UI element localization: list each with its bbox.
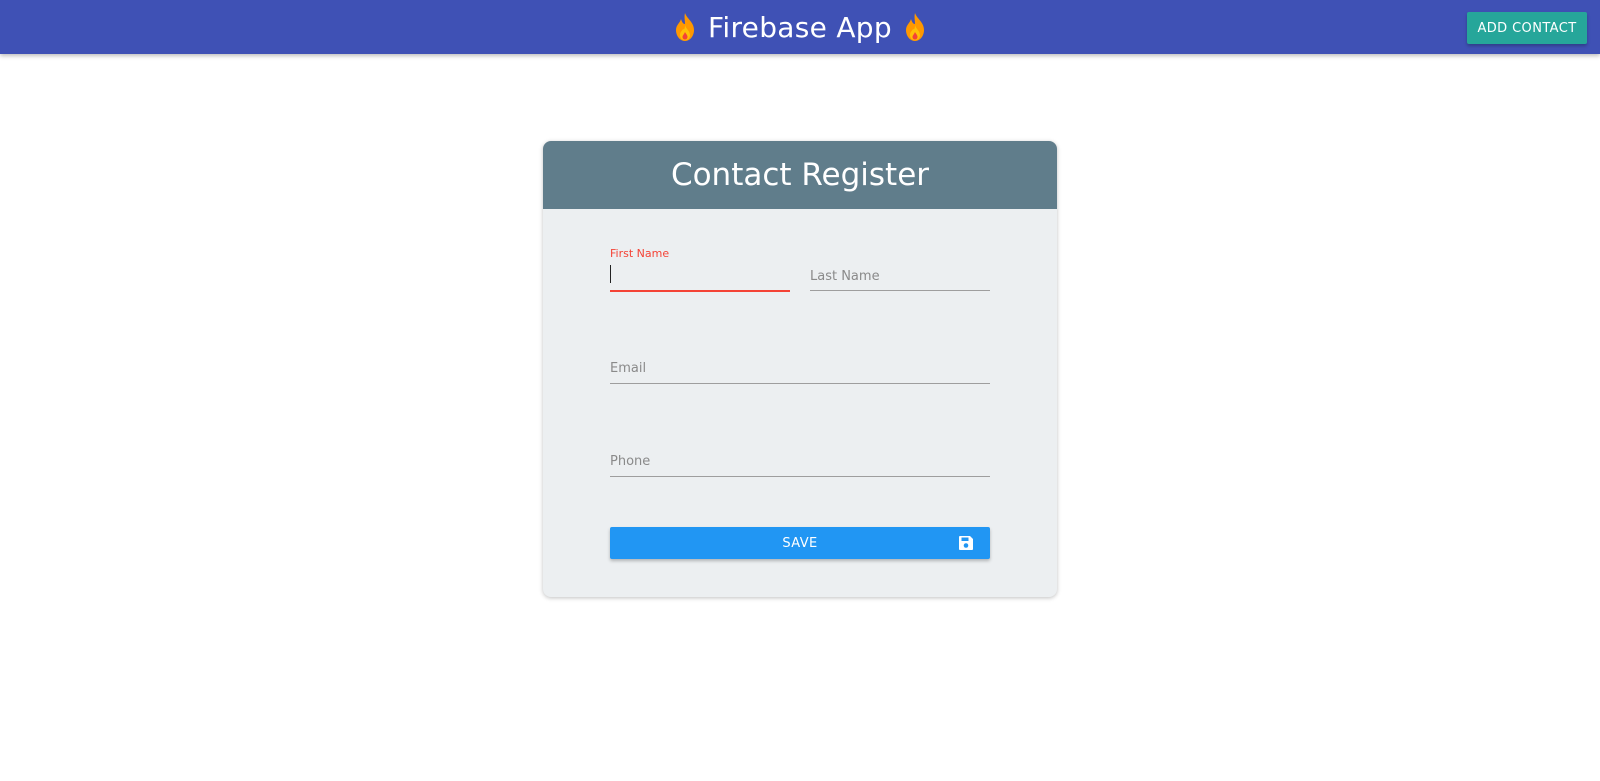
card-title: Contact Register <box>543 141 1057 209</box>
last-name-underline <box>810 290 990 291</box>
email-label: Email <box>610 361 647 376</box>
email-field[interactable]: Email <box>610 339 990 389</box>
save-button[interactable]: SAVE <box>610 527 990 559</box>
phone-underline <box>610 476 990 477</box>
app-bar: Firebase App ADD CONTACT <box>0 0 1600 54</box>
contact-register-card: Contact Register First Name Last Name Em… <box>543 141 1057 597</box>
email-underline <box>610 383 990 384</box>
first-name-underline <box>610 290 790 292</box>
phone-field[interactable]: Phone <box>610 432 990 482</box>
app-title-text: Firebase App <box>708 10 892 44</box>
fire-icon <box>676 13 695 41</box>
phone-label: Phone <box>610 454 651 469</box>
fire-icon <box>905 13 924 41</box>
add-contact-button[interactable]: ADD CONTACT <box>1467 12 1587 44</box>
first-name-field[interactable]: First Name <box>610 247 790 297</box>
first-name-label: First Name <box>610 247 670 260</box>
save-button-label: SAVE <box>782 535 818 551</box>
floppy-disk-icon <box>959 536 973 550</box>
last-name-field[interactable]: Last Name <box>810 247 990 297</box>
text-caret <box>610 265 611 283</box>
app-title: Firebase App <box>672 11 928 44</box>
last-name-label: Last Name <box>810 269 880 284</box>
